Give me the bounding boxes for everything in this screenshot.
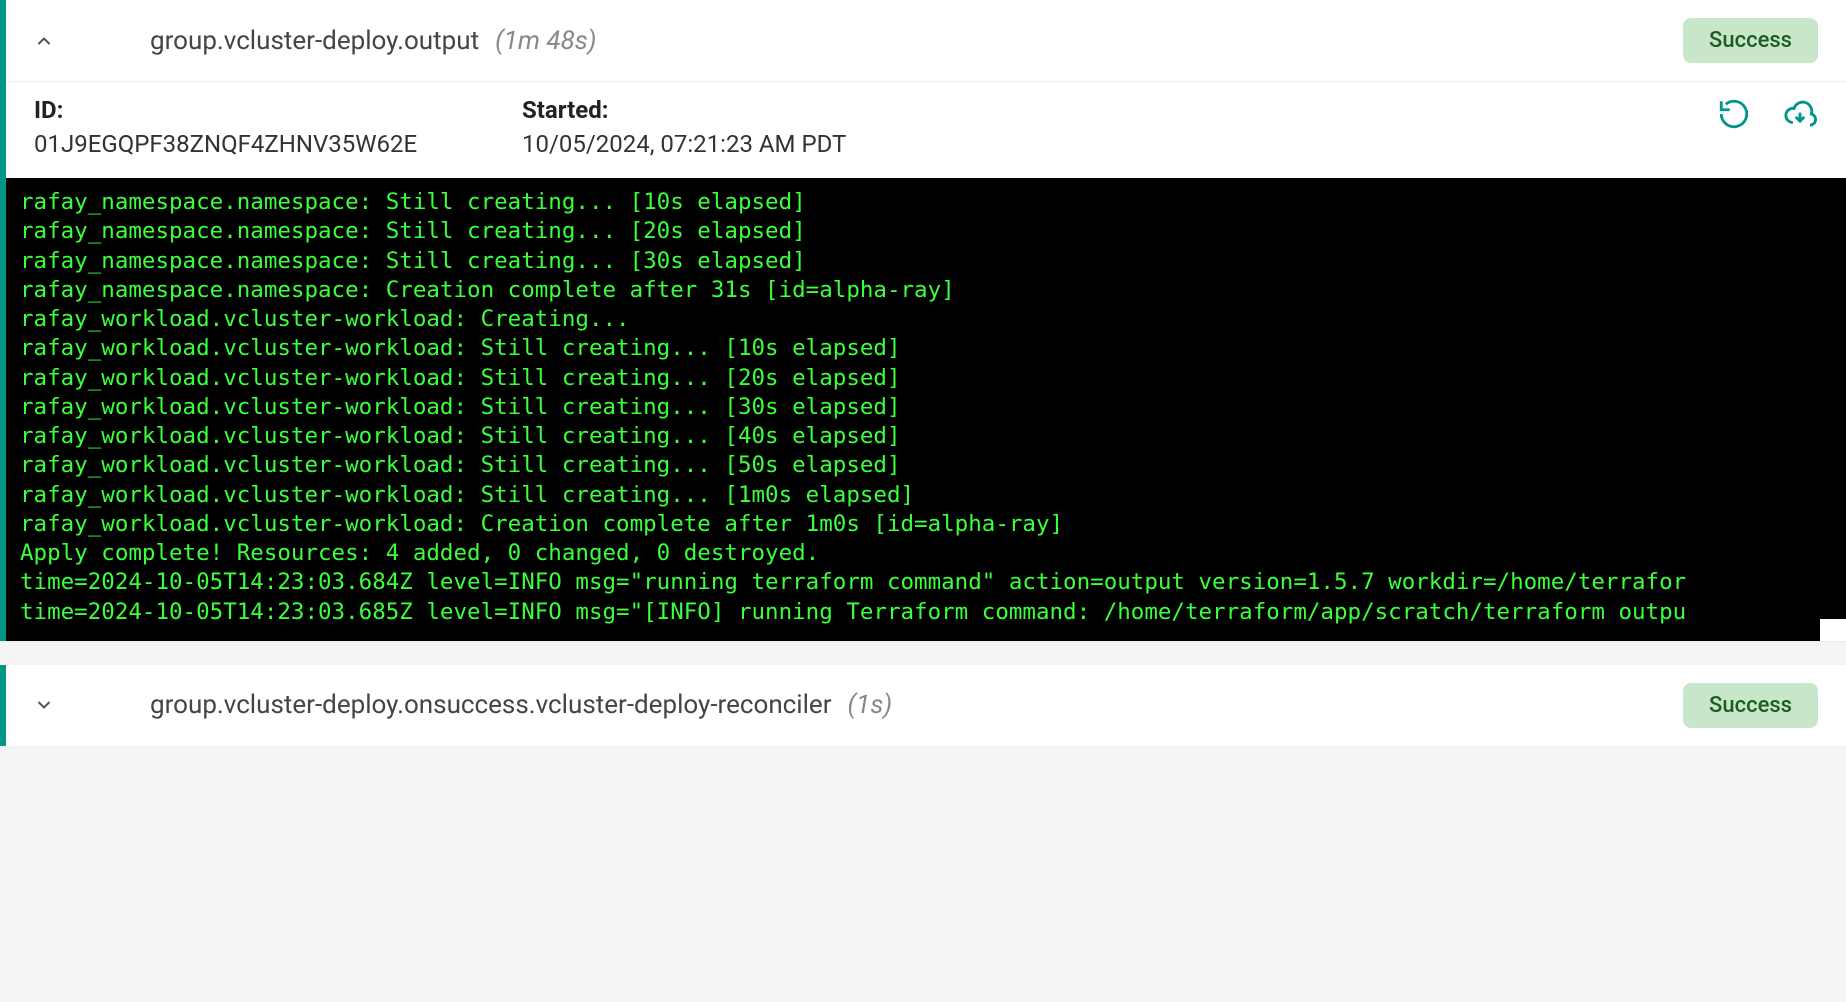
step-header[interactable]: group.vcluster-deploy.output (1m 48s) Su… — [6, 0, 1846, 81]
step-panel: group.vcluster-deploy.onsuccess.vcluster… — [0, 665, 1846, 746]
meta-started-block: Started: 10/05/2024, 07:21:23 AM PDT — [522, 96, 992, 158]
meta-id-label: ID: — [34, 96, 504, 124]
log-line: rafay_workload.vcluster-workload: Creati… — [20, 305, 1832, 334]
step-title: group.vcluster-deploy.output — [150, 26, 479, 56]
step-duration: (1s) — [848, 690, 893, 720]
chevron-up-icon[interactable] — [34, 31, 54, 51]
log-line: rafay_workload.vcluster-workload: Still … — [20, 451, 1832, 480]
step-title: group.vcluster-deploy.onsuccess.vcluster… — [150, 690, 832, 720]
terminal-output[interactable]: rafay_namespace.namespace: Still creatin… — [6, 178, 1846, 641]
status-badge: Success — [1683, 18, 1818, 63]
log-line: rafay_namespace.namespace: Still creatin… — [20, 247, 1832, 276]
chevron-down-icon[interactable] — [34, 695, 54, 715]
status-badge: Success — [1683, 683, 1818, 728]
meta-id-value: 01J9EGQPF38ZNQF4ZHNV35W62E — [34, 130, 504, 158]
meta-id-block: ID: 01J9EGQPF38ZNQF4ZHNV35W62E — [34, 96, 504, 158]
log-line: rafay_workload.vcluster-workload: Still … — [20, 393, 1832, 422]
download-cloud-icon[interactable] — [1782, 96, 1818, 132]
meta-actions — [1716, 96, 1818, 132]
step-header[interactable]: group.vcluster-deploy.onsuccess.vcluster… — [6, 665, 1846, 746]
step-title-wrap: group.vcluster-deploy.onsuccess.vcluster… — [150, 690, 1647, 720]
log-line: rafay_workload.vcluster-workload: Still … — [20, 334, 1832, 363]
log-line: rafay_namespace.namespace: Still creatin… — [20, 217, 1832, 246]
log-line: rafay_workload.vcluster-workload: Creati… — [20, 510, 1832, 539]
log-line: time=2024-10-05T14:23:03.684Z level=INFO… — [20, 568, 1832, 597]
log-line: rafay_workload.vcluster-workload: Still … — [20, 364, 1832, 393]
log-line: time=2024-10-05T14:23:03.685Z level=INFO… — [20, 598, 1832, 627]
log-line: rafay_namespace.namespace: Creation comp… — [20, 276, 1832, 305]
step-panel: group.vcluster-deploy.output (1m 48s) Su… — [0, 0, 1846, 641]
step-meta-row: ID: 01J9EGQPF38ZNQF4ZHNV35W62E Started: … — [6, 81, 1846, 178]
meta-started-value: 10/05/2024, 07:21:23 AM PDT — [522, 130, 992, 158]
refresh-icon[interactable] — [1716, 96, 1752, 132]
meta-started-label: Started: — [522, 96, 992, 124]
log-line: rafay_workload.vcluster-workload: Still … — [20, 481, 1832, 510]
log-line: rafay_workload.vcluster-workload: Still … — [20, 422, 1832, 451]
log-line: Apply complete! Resources: 4 added, 0 ch… — [20, 539, 1832, 568]
log-line: rafay_namespace.namespace: Still creatin… — [20, 188, 1832, 217]
step-title-wrap: group.vcluster-deploy.output (1m 48s) — [150, 26, 1647, 56]
step-duration: (1m 48s) — [495, 26, 596, 56]
